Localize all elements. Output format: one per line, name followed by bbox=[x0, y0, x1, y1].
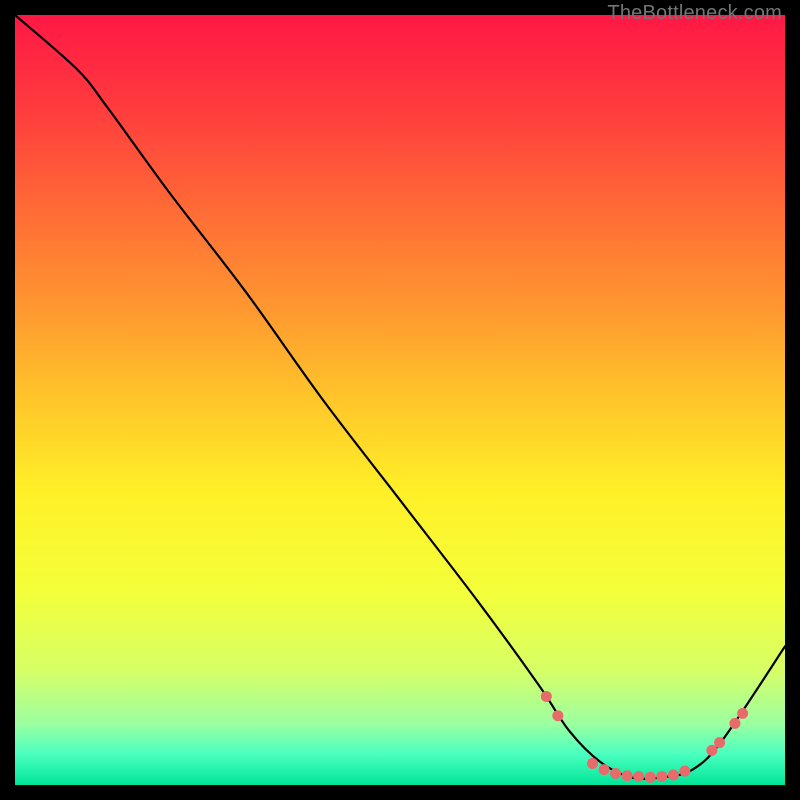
marker-dot bbox=[679, 766, 690, 777]
watermark-text: TheBottleneck.com bbox=[607, 2, 782, 25]
gradient-background bbox=[15, 15, 785, 785]
marker-dot bbox=[645, 772, 656, 783]
marker-dot bbox=[541, 691, 552, 702]
marker-dot bbox=[599, 764, 610, 775]
marker-dot bbox=[622, 770, 633, 781]
marker-dot bbox=[714, 737, 725, 748]
marker-dot bbox=[729, 718, 740, 729]
marker-dot bbox=[668, 769, 679, 780]
plot-area bbox=[15, 15, 785, 785]
marker-dot bbox=[633, 771, 644, 782]
marker-dot bbox=[587, 758, 598, 769]
marker-dot bbox=[656, 771, 667, 782]
chart-frame: TheBottleneck.com bbox=[0, 0, 800, 800]
chart-svg bbox=[15, 15, 785, 785]
marker-dot bbox=[737, 708, 748, 719]
marker-dot bbox=[552, 710, 563, 721]
marker-dot bbox=[610, 768, 621, 779]
